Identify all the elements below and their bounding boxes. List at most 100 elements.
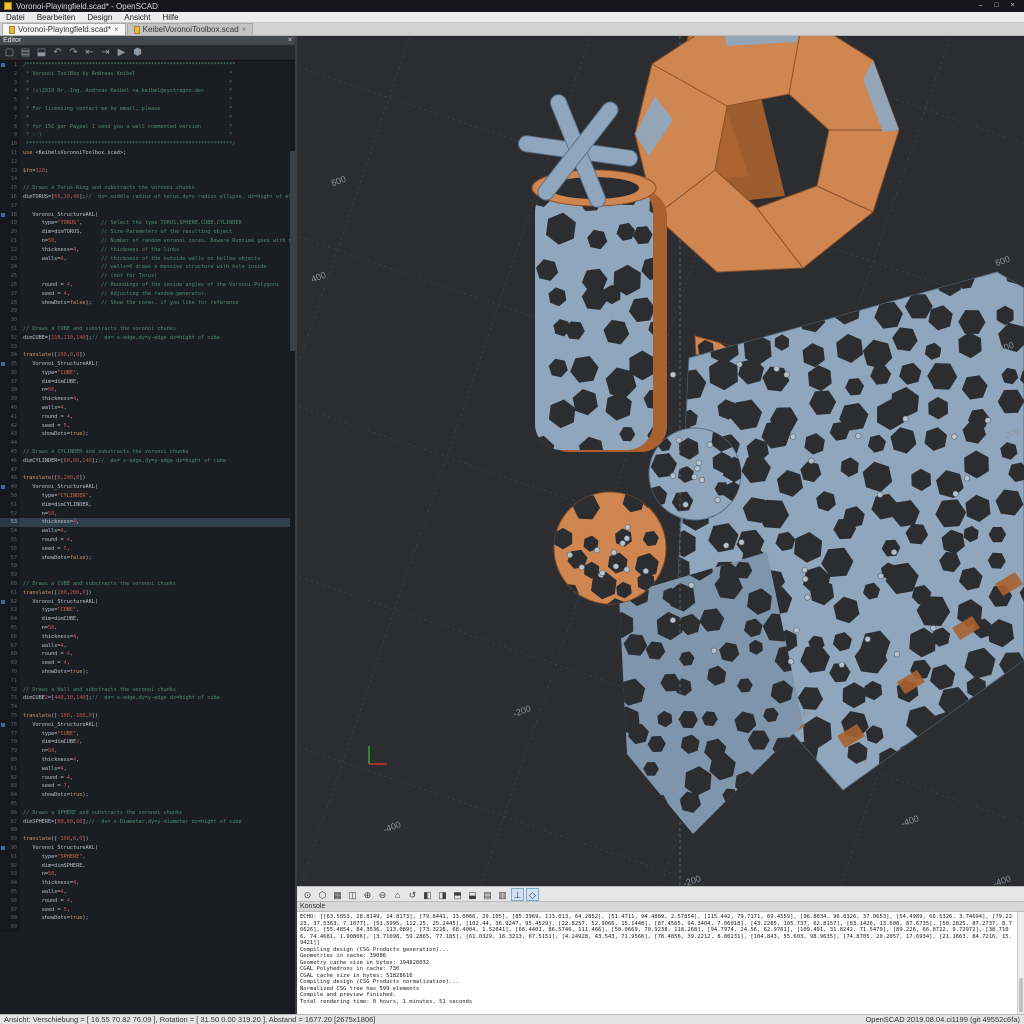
code-line[interactable]: 92 dim=dimSPHERE, bbox=[0, 862, 295, 871]
code-line[interactable]: 25 // (not for Torus) bbox=[0, 272, 295, 281]
menu-bearbeiten[interactable]: Bearbeiten bbox=[31, 12, 82, 23]
fold-marker[interactable] bbox=[1, 213, 5, 217]
code-line[interactable]: 47 bbox=[0, 466, 295, 475]
zoom-out-icon[interactable]: ⊖ bbox=[376, 888, 389, 901]
tab-1[interactable]: KeibelVoronoiToolbox.scad× bbox=[127, 23, 254, 35]
code-line[interactable]: 91 type="SPHERE", bbox=[0, 853, 295, 862]
preview-icon[interactable]: ▶ bbox=[115, 46, 128, 60]
code-line[interactable]: 74 bbox=[0, 703, 295, 712]
code-line[interactable]: 26 round = 4, // Roundings of the inside… bbox=[0, 281, 295, 290]
code-line[interactable]: 29 bbox=[0, 307, 295, 316]
minimize-button[interactable]: – bbox=[973, 1, 988, 11]
code-line[interactable]: 98 showDots=true); bbox=[0, 914, 295, 923]
code-line[interactable]: 36 type="CUBE", bbox=[0, 369, 295, 378]
code-line[interactable]: 10 *************************************… bbox=[0, 140, 295, 149]
code-line[interactable]: 61translate([200,200,0]) bbox=[0, 589, 295, 598]
fold-marker[interactable] bbox=[1, 600, 5, 604]
orthogonal-view-icon[interactable]: ⊥ bbox=[511, 888, 524, 901]
3d-viewport[interactable]: 600400600400200-200-400-200-400-200-400 bbox=[297, 36, 1024, 886]
code-line[interactable]: 38 n=50, bbox=[0, 386, 295, 395]
code-line[interactable]: 46dimCYLINDER=[60,60,240];// dx= x-edge,… bbox=[0, 457, 295, 466]
code-line[interactable]: 44 bbox=[0, 439, 295, 448]
zoom-in-icon[interactable]: ⊕ bbox=[361, 888, 374, 901]
code-line[interactable]: 68 round = 4, bbox=[0, 650, 295, 659]
editor-scrollbar[interactable] bbox=[290, 61, 295, 1014]
code-line[interactable]: 56 seed = 5, bbox=[0, 545, 295, 554]
code-line[interactable]: 93 n=50, bbox=[0, 870, 295, 879]
code-line[interactable]: 94 thickness=4, bbox=[0, 879, 295, 888]
code-line[interactable]: 12 bbox=[0, 158, 295, 167]
code-line[interactable]: 54 walls=4, bbox=[0, 527, 295, 536]
code-line[interactable]: 17 bbox=[0, 202, 295, 211]
tab-close-icon[interactable]: × bbox=[114, 26, 119, 34]
code-line[interactable]: 9 * :-) * bbox=[0, 131, 295, 140]
view-left-icon[interactable]: ◧ bbox=[421, 888, 434, 901]
code-line[interactable]: 62 Voronoi_StructureAKL( bbox=[0, 598, 295, 607]
code-line[interactable]: 67 walls=4, bbox=[0, 642, 295, 651]
code-line[interactable]: 5 * * bbox=[0, 96, 295, 105]
code-line[interactable]: 63 type="CUBE", bbox=[0, 606, 295, 615]
code-line[interactable]: 7 * * bbox=[0, 114, 295, 123]
code-line[interactable]: 99 bbox=[0, 923, 295, 932]
code-line[interactable]: 49 Voronoi_StructureAKL( bbox=[0, 483, 295, 492]
code-line[interactable]: 28 showDots=false); // Show the cores, i… bbox=[0, 299, 295, 308]
code-line[interactable]: 48translate([0,200,0]) bbox=[0, 474, 295, 483]
code-line[interactable]: 23 walls=4, // thickness of the outside … bbox=[0, 255, 295, 264]
code-line[interactable]: 89translate([-100,0,0]) bbox=[0, 835, 295, 844]
code-editor[interactable]: 1/**************************************… bbox=[0, 61, 295, 1014]
code-line[interactable]: 50 type="CYLINDER", bbox=[0, 492, 295, 501]
code-line[interactable]: 51 dim=dimCYLINDER, bbox=[0, 501, 295, 510]
menu-hilfe[interactable]: Hilfe bbox=[157, 12, 185, 23]
view-top-icon[interactable]: ⬒ bbox=[451, 888, 464, 901]
code-line[interactable]: 77 type="CUBE", bbox=[0, 730, 295, 739]
render-icon[interactable]: ⬢ bbox=[131, 46, 144, 60]
render-icon[interactable]: ⬡ bbox=[316, 888, 329, 901]
code-line[interactable]: 32dimCUBE=[110,110,140];// dx= x-edge,dy… bbox=[0, 334, 295, 343]
code-line[interactable]: 19 type="TORUS", // Select the type TORU… bbox=[0, 219, 295, 228]
close-button[interactable]: × bbox=[1005, 1, 1020, 11]
menu-design[interactable]: Design bbox=[81, 12, 118, 23]
code-line[interactable]: 72// Draws a Wall and substracts the vor… bbox=[0, 686, 295, 695]
viewport-canvas[interactable] bbox=[297, 36, 1024, 886]
code-line[interactable]: 79 n=50, bbox=[0, 747, 295, 756]
code-line[interactable]: 64 dim=dimCUBE, bbox=[0, 615, 295, 624]
code-line[interactable]: 69 seed = 4, bbox=[0, 659, 295, 668]
console-scrollbar[interactable] bbox=[1017, 912, 1024, 1014]
code-line[interactable]: 95 walls=4, bbox=[0, 888, 295, 897]
new-file-icon[interactable]: ▢ bbox=[3, 46, 16, 60]
fold-marker[interactable] bbox=[1, 485, 5, 489]
code-line[interactable]: 52 n=50, bbox=[0, 510, 295, 519]
code-line[interactable]: 30 bbox=[0, 316, 295, 325]
code-line[interactable]: 83 seed = 7, bbox=[0, 782, 295, 791]
code-line[interactable]: 3 * * bbox=[0, 79, 295, 88]
code-line[interactable]: 86// Draws a SPHERE and substracts the v… bbox=[0, 809, 295, 818]
code-line[interactable]: 31// Draws a CUBE and substracts the vor… bbox=[0, 325, 295, 334]
view-right-icon[interactable]: ◨ bbox=[436, 888, 449, 901]
code-line[interactable]: 59 bbox=[0, 571, 295, 580]
code-line[interactable]: 11use <KeibelsVoronoiToolbox.scad>; bbox=[0, 149, 295, 158]
redo-icon[interactable]: ↷ bbox=[67, 46, 80, 60]
code-line[interactable]: 75translate([-100,-100,0]) bbox=[0, 712, 295, 721]
code-line[interactable]: 2 * Voronoi ToolBox by Andreas Keibel * bbox=[0, 70, 295, 79]
view-back-icon[interactable]: ▥ bbox=[496, 888, 509, 901]
code-line[interactable]: 96 round = 4, bbox=[0, 897, 295, 906]
code-line[interactable]: 57 showDots=false); bbox=[0, 554, 295, 563]
view-bottom-icon[interactable]: ⬓ bbox=[466, 888, 479, 901]
console-output[interactable]: ECHO: [[63.5053, 28.8149, 14.8173], [79.… bbox=[297, 912, 1024, 1014]
tab-0[interactable]: Voronoi-Playingfield.scad*× bbox=[2, 23, 126, 35]
code-line[interactable]: 65 n=50, bbox=[0, 624, 295, 633]
tab-close-icon[interactable]: × bbox=[242, 26, 247, 34]
code-line[interactable]: 55 round = 4, bbox=[0, 536, 295, 545]
fold-marker[interactable] bbox=[1, 362, 5, 366]
code-line[interactable]: 66 thickness=4, bbox=[0, 633, 295, 642]
undo-icon[interactable]: ↶ bbox=[51, 46, 64, 60]
editor-close-icon[interactable]: × bbox=[288, 36, 292, 45]
code-line[interactable]: 6 * For licensing contact me by email, p… bbox=[0, 105, 295, 114]
code-line[interactable]: 88 bbox=[0, 826, 295, 835]
preview-icon[interactable]: ⊙ bbox=[301, 888, 314, 901]
fold-marker[interactable] bbox=[1, 723, 5, 727]
code-line[interactable]: 78 dim=dimCUBE2, bbox=[0, 738, 295, 747]
code-line[interactable]: 13$fn=120; bbox=[0, 167, 295, 176]
code-line[interactable]: 82 round = 4, bbox=[0, 774, 295, 783]
code-line[interactable]: 27 seed = 4, // Adjusting the random-gen… bbox=[0, 290, 295, 299]
